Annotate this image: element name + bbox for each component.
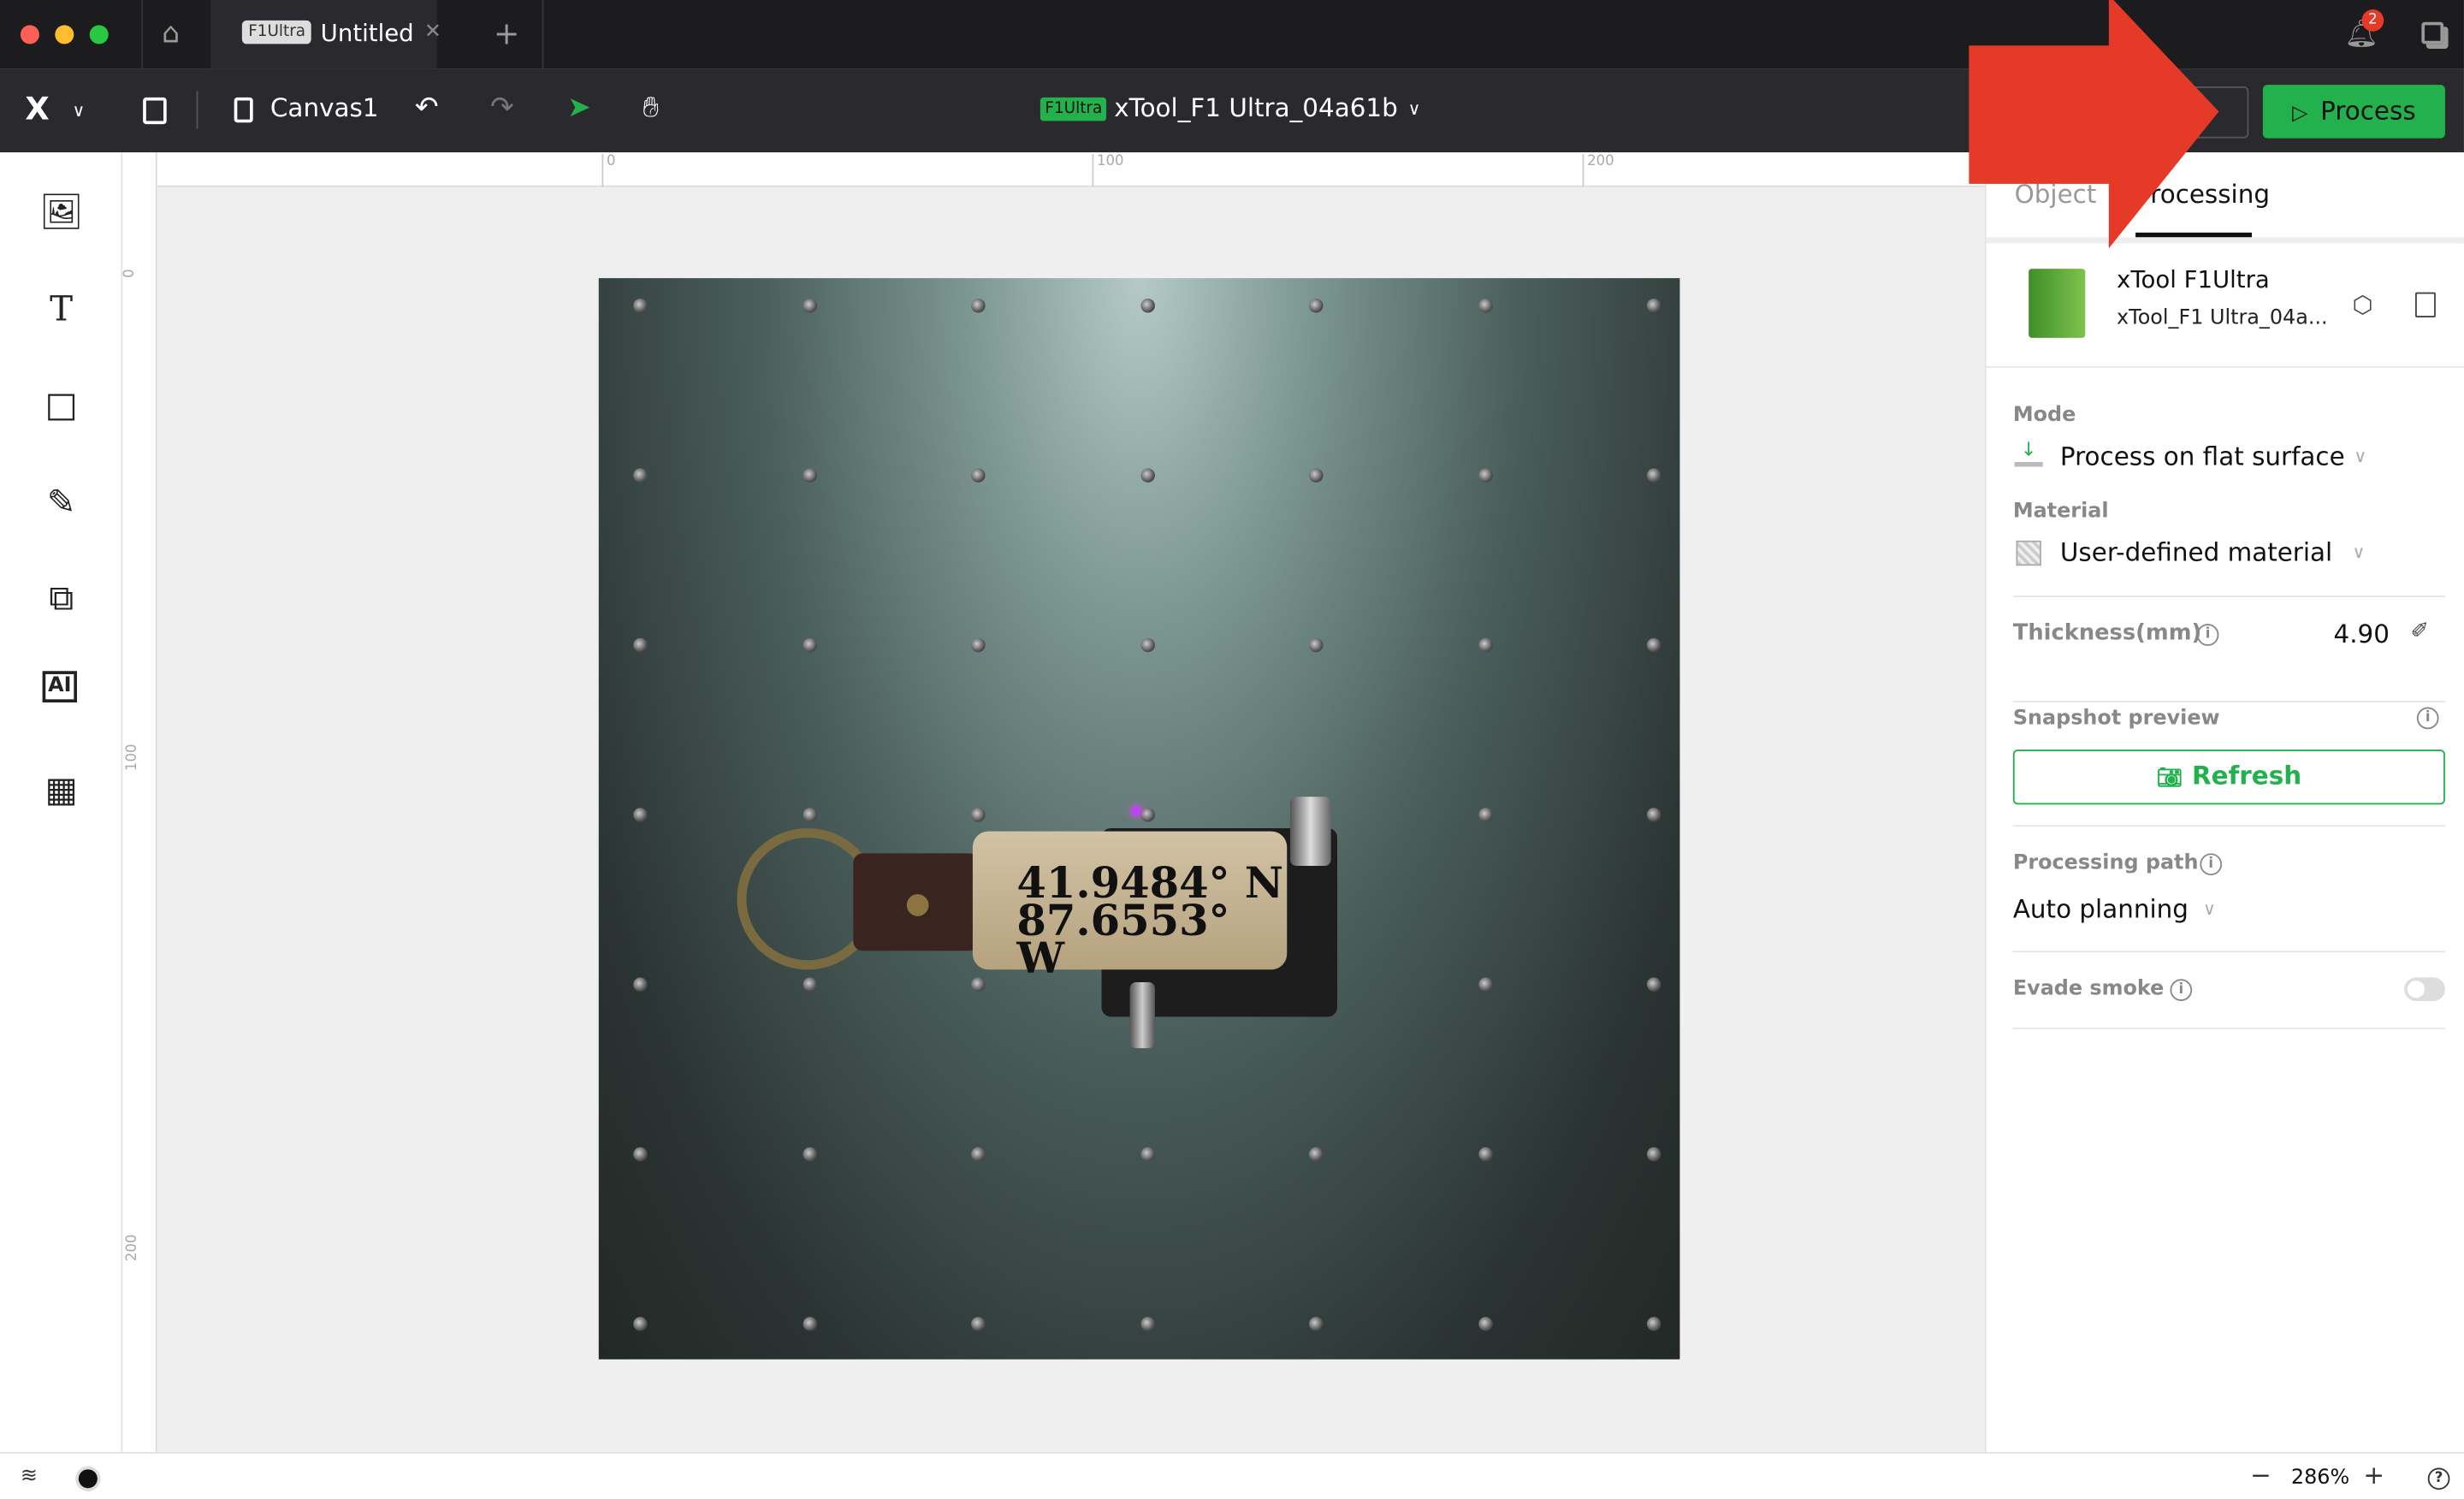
annotation-arrow [1969, 0, 2219, 249]
red-arrow-shape [1969, 0, 2219, 249]
